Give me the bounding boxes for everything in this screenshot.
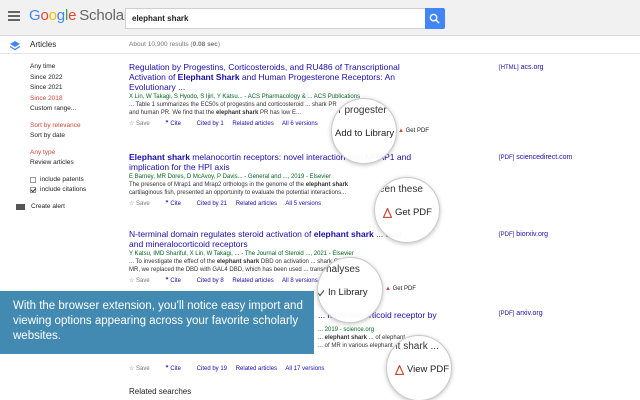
result-snippet: ... To investigate the effect of the ele… — [129, 259, 355, 273]
filter-since-2021[interactable]: Since 2021 — [30, 83, 120, 94]
in-library-button[interactable]: In Library — [318, 287, 368, 298]
cited-by-link[interactable]: Cited by 1 — [197, 121, 224, 127]
related-articles-link[interactable]: Related articles — [232, 121, 273, 127]
save-button[interactable]: ☆ Save — [129, 121, 157, 127]
sort-by-relevance[interactable]: Sort by relevance — [30, 121, 120, 132]
get-pdf-link[interactable]: ▲ Get PDF — [385, 286, 416, 292]
get-pdf-link[interactable]: ▲ Get PDF — [398, 128, 429, 134]
versions-link[interactable]: All 6 versions — [282, 121, 318, 127]
type-any[interactable]: Any type — [30, 148, 120, 159]
cite-button[interactable]: ❞ Cite — [165, 121, 188, 127]
filter-since-2022[interactable]: Since 2022 — [30, 73, 120, 84]
promo-text: With the browser extension, you'll notic… — [13, 300, 303, 342]
cite-button[interactable]: ❞ Cite — [165, 201, 188, 207]
results-count: About 10,900 results (0.08 sec) — [129, 41, 221, 48]
side-link[interactable]: [PDF] arxiv.org — [499, 310, 543, 317]
cite-button[interactable]: ❞ Cite — [165, 366, 188, 372]
result-snippet: ... Table 1 summarizes the EC50s of prog… — [129, 102, 337, 116]
save-button[interactable]: ☆ Save — [129, 201, 157, 207]
side-link[interactable]: [PDF] biorxiv.org — [499, 231, 548, 238]
cite-button[interactable]: ❞ Cite — [165, 278, 188, 284]
filter-custom-range[interactable]: Custom range... — [30, 104, 120, 115]
sidebar-filters: Any time Since 2022 Since 2021 Since 201… — [16, 62, 120, 212]
magnifier-bubble: een these Get PDF — [374, 177, 440, 243]
versions-link[interactable]: All 5 versions — [285, 201, 321, 207]
sort-by-date[interactable]: Sort by date — [30, 131, 120, 142]
include-patents-checkbox[interactable]: include patents — [30, 175, 120, 186]
promo-banner: With the browser extension, you'll notic… — [0, 291, 314, 354]
cited-by-link[interactable]: Cited by 8 — [197, 278, 224, 284]
get-pdf-button[interactable]: Get PDF — [383, 207, 432, 218]
side-link[interactable]: [PDF] sciencedirect.com — [499, 154, 572, 161]
add-to-library-button[interactable]: Add to Library — [331, 128, 394, 139]
include-citations-checkbox[interactable]: include citations — [30, 185, 120, 196]
result-authors: X Lin, W Takagi, S Hyodo, S Ijiri, Y Kat… — [129, 94, 361, 100]
type-review-articles[interactable]: Review articles — [30, 158, 120, 169]
articles-icon — [9, 41, 21, 51]
versions-link[interactable]: All 17 versions — [285, 366, 324, 372]
pdf-icon — [395, 364, 404, 375]
cited-by-link[interactable]: Cited by 19 — [197, 366, 227, 372]
search-button[interactable] — [425, 8, 445, 29]
related-searches-heading: Related searches — [129, 387, 192, 396]
checkmark-icon — [318, 289, 325, 296]
result-authors: Y Katsu, IMD Shariful, X Lin, W Takagi, … — [129, 251, 354, 257]
related-articles-link[interactable]: Related articles — [236, 366, 277, 372]
menu-icon[interactable] — [8, 11, 20, 21]
cited-by-link[interactable]: Cited by 21 — [197, 201, 227, 207]
view-pdf-button[interactable]: View PDF — [395, 364, 449, 375]
result-title[interactable]: Regulation by Progestins, Corticosteroid… — [129, 62, 464, 92]
section-label: Articles — [30, 40, 57, 49]
filter-any-time[interactable]: Any time — [30, 62, 120, 73]
pdf-icon — [383, 207, 392, 218]
versions-link[interactable]: All 8 versions — [282, 278, 318, 284]
sub-bar — [0, 36, 640, 54]
related-articles-link[interactable]: Related articles — [232, 278, 273, 284]
magnifier-bubble: hant shark ... View PDF — [386, 335, 452, 400]
magnifier-bubble: nalyses In Library — [317, 257, 383, 323]
result-item: Regulation by Progestins, Corticosteroid… — [129, 62, 464, 129]
save-button[interactable]: ☆ Save — [129, 278, 157, 284]
side-link[interactable]: [HTML] acs.org — [499, 64, 544, 71]
related-articles-link[interactable]: Related articles — [236, 201, 277, 207]
create-alert-button[interactable]: Create alert — [16, 202, 120, 213]
mail-icon — [16, 203, 25, 210]
add-to-library-icon — [331, 129, 332, 138]
magnifier-bubble: for progester Add to Library — [331, 98, 397, 164]
search-input[interactable] — [125, 8, 425, 29]
google-scholar-logo[interactable]: Google Scholar — [29, 7, 129, 24]
top-bar: Google Scholar — [0, 0, 640, 36]
filter-since-2018[interactable]: Since 2018 — [30, 94, 120, 105]
result-actions: ☆ Save ❞ Cite Cited by 8 Related article… — [129, 276, 464, 286]
save-button[interactable]: ☆ Save — [129, 366, 157, 372]
result-title[interactable]: Elephant shark melanocortin receptors: n… — [129, 152, 464, 172]
result-authors: ... 2019 - science.org — [318, 327, 375, 333]
search-icon — [429, 13, 440, 24]
